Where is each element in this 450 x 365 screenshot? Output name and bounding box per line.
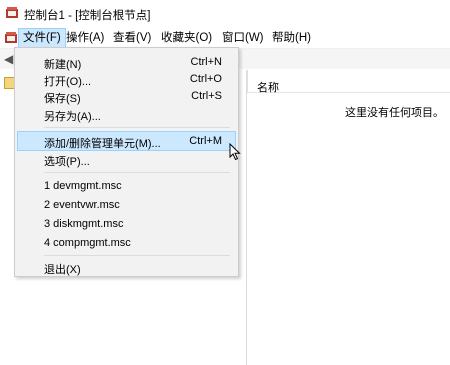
menu-item-shortcut: Ctrl+N: [190, 56, 222, 68]
menu-item-options[interactable]: 选项(P)...: [17, 149, 236, 169]
menu-item-exit[interactable]: 退出(X): [17, 257, 236, 277]
menu-item-label: 另存为(A)...: [44, 111, 101, 123]
menu-item-label: 2 eventvwr.msc: [44, 199, 120, 211]
menu-favorites[interactable]: 收藏夹(O): [157, 29, 216, 47]
window-title: 控制台1 - [控制台根节点]: [24, 10, 151, 22]
menu-item-recent-3[interactable]: 3 diskmgmt.msc: [17, 214, 236, 234]
menu-item-label: 3 diskmgmt.msc: [44, 218, 124, 230]
menu-item-label: 4 compmgmt.msc: [44, 237, 131, 249]
menu-item-label: 选项(P)...: [44, 156, 90, 168]
menu-window[interactable]: 窗口(W): [218, 29, 268, 47]
menu-item-recent-1[interactable]: 1 devmgmt.msc: [17, 176, 236, 196]
menu-item-label: 1 devmgmt.msc: [44, 180, 122, 192]
menu-item-recent-4[interactable]: 4 compmgmt.msc: [17, 233, 236, 253]
column-name-header[interactable]: 名称: [257, 79, 279, 95]
menu-separator: [44, 127, 230, 128]
menu-separator: [44, 172, 230, 173]
menu-item-save[interactable]: 保存(S) Ctrl+S: [17, 86, 236, 106]
menu-action[interactable]: 操作(A): [62, 29, 108, 47]
title-bar: 控制台1 - [控制台根节点]: [0, 0, 450, 28]
system-menu-icon[interactable]: [4, 31, 18, 45]
column-divider: [247, 70, 248, 92]
column-header[interactable]: 名称: [247, 70, 450, 95]
mouse-pointer-icon: [229, 143, 241, 161]
mmc-console-icon: [6, 7, 18, 18]
menu-help[interactable]: 帮助(H): [268, 29, 315, 47]
empty-message: 这里没有任何项目。: [345, 107, 444, 119]
menu-item-shortcut: Ctrl+O: [189, 73, 222, 85]
menu-separator: [44, 255, 230, 256]
results-pane: 名称 这里没有任何项目。: [247, 70, 450, 365]
menu-item-shortcut: Ctrl+S: [191, 90, 222, 102]
menu-file[interactable]: 文件(F): [18, 28, 66, 48]
menu-item-add-remove-snapin[interactable]: 添加/删除管理单元(M)... Ctrl+M: [17, 131, 236, 151]
menu-item-shortcut: Ctrl+M: [189, 135, 222, 147]
menu-item-save-as[interactable]: 另存为(A)...: [17, 104, 236, 124]
back-arrow-icon[interactable]: ◀: [4, 52, 13, 66]
file-menu-dropdown: 新建(N) Ctrl+N 打开(O)... Ctrl+O 保存(S) Ctrl+…: [14, 47, 239, 277]
menu-view[interactable]: 查看(V): [109, 29, 155, 47]
menu-item-recent-2[interactable]: 2 eventvwr.msc: [17, 195, 236, 215]
menu-item-label: 退出(X): [44, 264, 81, 276]
menu-bar: 文件(F) 操作(A) 查看(V) 收藏夹(O) 窗口(W) 帮助(H): [0, 28, 450, 49]
